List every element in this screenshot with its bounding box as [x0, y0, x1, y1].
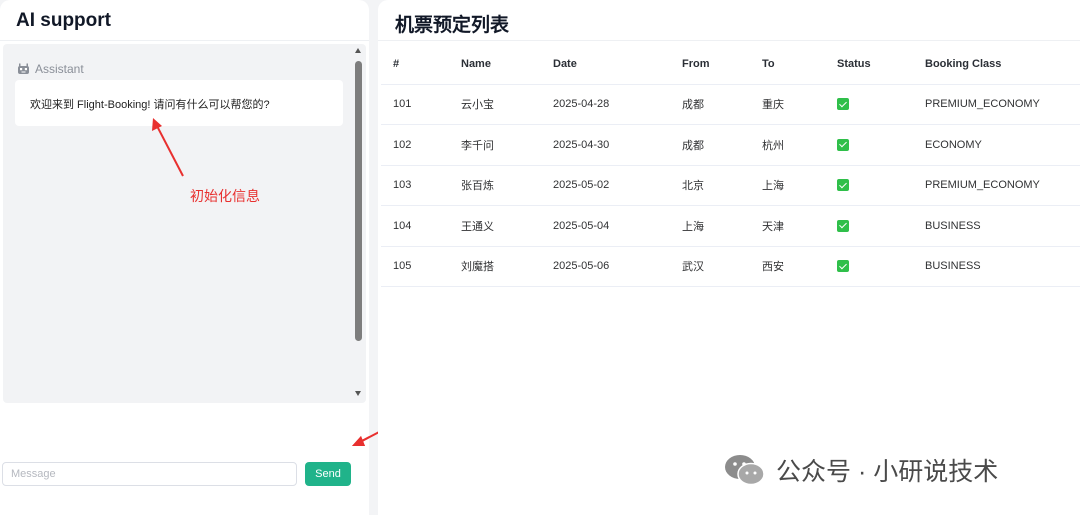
assistant-message: 欢迎来到 Flight-Booking! 请问有什么可以帮您的? — [15, 80, 343, 126]
cell-status — [825, 246, 913, 287]
cell-name: 张百炼 — [449, 165, 541, 206]
cell-status — [825, 84, 913, 125]
check-icon — [837, 138, 849, 151]
table-row: 101 云小宝 2025-04-28 成都 重庆 PREMIUM_ECONOMY — [381, 84, 1080, 125]
cell-date: 2025-05-04 — [541, 205, 670, 247]
scroll-thumb[interactable] — [355, 61, 362, 341]
assistant-label-text: Assistant — [35, 62, 84, 76]
divider — [0, 40, 369, 41]
table-row: 104 王通义 2025-05-04 上海 天津 BUSINESS — [381, 205, 1080, 247]
cell-from: 成都 — [670, 84, 750, 125]
cell-name: 李千问 — [449, 124, 541, 166]
annotation-init-info: 初始化信息 — [190, 188, 260, 204]
table-row: 103 张百炼 2025-05-02 北京 上海 PREMIUM_ECONOMY — [381, 165, 1080, 206]
cell-status — [825, 124, 913, 166]
cell-id: 105 — [381, 246, 449, 287]
divider — [378, 40, 1080, 41]
cell-status — [825, 165, 913, 206]
cell-booking-class: PREMIUM_ECONOMY — [913, 165, 1080, 206]
table-row: 105 刘魔搭 2025-05-06 武汉 西安 BUSINESS — [381, 246, 1080, 287]
chat-messages-area: Assistant 欢迎来到 Flight-Booking! 请问有什么可以帮您… — [3, 44, 366, 403]
cell-date: 2025-05-02 — [541, 165, 670, 206]
column-header-from: From — [670, 44, 750, 85]
cell-booking-class: PREMIUM_ECONOMY — [913, 84, 1080, 125]
cell-from: 武汉 — [670, 246, 750, 287]
cell-id: 102 — [381, 124, 449, 166]
check-icon — [837, 219, 849, 232]
check-icon — [837, 98, 849, 111]
watermark-text: 公众号 · 小研说技术 — [776, 458, 999, 486]
cell-from: 北京 — [670, 165, 750, 206]
cell-booking-class: ECONOMY — [913, 124, 1080, 166]
column-header-to: To — [750, 44, 825, 85]
column-header-id: # — [381, 44, 449, 85]
cell-name: 王通义 — [449, 205, 541, 247]
cell-to: 西安 — [750, 246, 825, 287]
ai-support-title: AI support — [16, 10, 111, 31]
cell-from: 上海 — [670, 205, 750, 247]
table-row: 102 李千问 2025-04-30 成都 杭州 ECONOMY — [381, 124, 1080, 166]
booking-list-panel: 机票预定列表 # Name Date From To Status Bookin… — [378, 0, 1080, 515]
cell-to: 重庆 — [750, 84, 825, 125]
cell-to: 上海 — [750, 165, 825, 206]
column-header-booking-class: Booking Class — [913, 44, 1080, 85]
robot-icon — [17, 63, 30, 75]
cell-name: 刘魔搭 — [449, 246, 541, 287]
booking-list-title: 机票预定列表 — [395, 15, 510, 36]
cell-to: 杭州 — [750, 124, 825, 166]
wechat-icon — [724, 453, 766, 487]
cell-name: 云小宝 — [449, 84, 541, 125]
cell-booking-class: BUSINESS — [913, 246, 1080, 287]
cell-id: 104 — [381, 205, 449, 247]
cell-status — [825, 205, 913, 247]
cell-date: 2025-05-06 — [541, 246, 670, 287]
send-button[interactable]: Send — [305, 462, 351, 486]
cell-date: 2025-04-30 — [541, 124, 670, 166]
assistant-label: Assistant — [17, 62, 84, 76]
column-header-status: Status — [825, 44, 913, 85]
column-header-name: Name — [449, 44, 541, 85]
ai-support-panel: AI support Assistant 欢迎来到 Flight-Booking… — [0, 0, 369, 515]
column-header-date: Date — [541, 44, 670, 85]
check-icon — [837, 179, 849, 192]
message-input[interactable] — [2, 462, 297, 486]
cell-date: 2025-04-28 — [541, 84, 670, 125]
cell-booking-class: BUSINESS — [913, 205, 1080, 247]
cell-to: 天津 — [750, 205, 825, 247]
cell-from: 成都 — [670, 124, 750, 166]
cell-id: 101 — [381, 84, 449, 125]
scroll-down-arrow-icon[interactable] — [355, 391, 361, 396]
chat-scrollbar[interactable] — [353, 48, 365, 400]
check-icon — [837, 260, 849, 273]
cell-id: 103 — [381, 165, 449, 206]
booking-table: # Name Date From To Status Booking Class… — [381, 44, 1080, 287]
scroll-up-arrow-icon[interactable] — [355, 48, 361, 53]
table-header-row: # Name Date From To Status Booking Class — [381, 44, 1080, 85]
watermark: 公众号 · 小研说技术 — [724, 452, 998, 488]
